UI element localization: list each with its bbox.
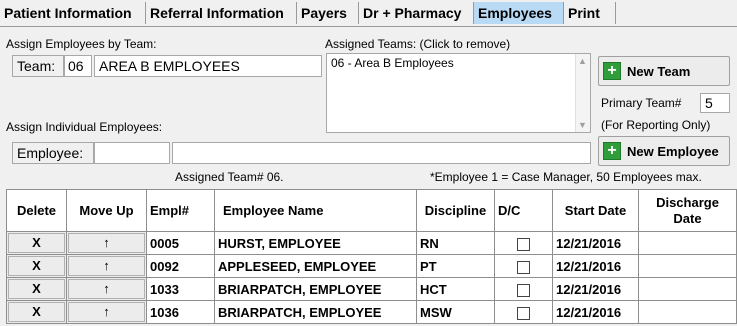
assigned-team-item[interactable]: 06 - Area B Employees <box>327 54 590 72</box>
header-discharge-date: Discharge Date <box>638 189 737 232</box>
employees-table: Delete Move Up Empl# Employee Name Disci… <box>6 189 737 324</box>
arrow-up-icon: ↑ <box>68 302 145 322</box>
employee-label: Employee: <box>12 142 94 164</box>
employee-note: *Employee 1 = Case Manager, 50 Employees… <box>430 170 702 184</box>
team-label: Team: <box>12 55 64 77</box>
assigned-teams-label: Assigned Teams: (Click to remove) <box>325 37 511 51</box>
discharge-date-cell[interactable] <box>638 300 737 324</box>
delete-button[interactable]: X <box>6 231 67 255</box>
new-team-button[interactable]: + New Team <box>598 56 730 86</box>
delete-button[interactable]: X <box>6 300 67 324</box>
scroll-up-icon[interactable]: ▲ <box>578 56 587 66</box>
dc-checkbox[interactable] <box>494 300 553 324</box>
dc-checkbox[interactable] <box>494 254 553 278</box>
header-move-up: Move Up <box>66 189 147 232</box>
start-date-cell: 12/21/2016 <box>552 231 639 255</box>
scroll-down-icon[interactable]: ▼ <box>578 120 587 130</box>
discipline-cell: HCT <box>416 277 495 301</box>
add-icon: + <box>603 62 621 80</box>
discipline-cell: PT <box>416 254 495 278</box>
employee-number-input[interactable] <box>94 142 170 164</box>
header-start-date: Start Date <box>552 189 639 232</box>
tab-bar: Patient Information Referral Information… <box>0 0 737 27</box>
discipline-cell: MSW <box>416 300 495 324</box>
discharge-date-cell[interactable] <box>638 277 737 301</box>
tab-employees[interactable]: Employees <box>474 2 564 24</box>
tab-patient-information[interactable]: Patient Information <box>0 2 146 24</box>
add-icon: + <box>603 142 621 160</box>
arrow-up-icon: ↑ <box>68 279 145 299</box>
arrow-up-icon: ↑ <box>68 256 145 276</box>
discharge-date-cell[interactable] <box>638 254 737 278</box>
header-dc: D/C <box>494 189 553 232</box>
header-delete: Delete <box>6 189 67 232</box>
tab-referral-information[interactable]: Referral Information <box>146 2 297 24</box>
table-row: X ↑ 1033 BRIARPATCH, EMPLOYEE HCT 12/21/… <box>6 277 737 301</box>
assigned-teams-list[interactable]: 06 - Area B Employees ▲ ▼ <box>326 53 591 133</box>
team-number-input[interactable]: 06 <box>64 55 92 77</box>
list-scrollbar[interactable]: ▲ ▼ <box>575 54 590 132</box>
arrow-up-icon: ↑ <box>68 233 145 253</box>
table-row: X ↑ 0005 HURST, EMPLOYEE RN 12/21/2016 <box>6 231 737 255</box>
delete-button[interactable]: X <box>6 254 67 278</box>
employee-name-cell: BRIARPATCH, EMPLOYEE <box>214 277 417 301</box>
move-up-button[interactable]: ↑ <box>66 231 147 255</box>
assign-individual-label: Assign Individual Employees: <box>6 120 163 134</box>
move-up-button[interactable]: ↑ <box>66 300 147 324</box>
empl-num-cell: 0092 <box>146 254 215 278</box>
start-date-cell: 12/21/2016 <box>552 300 639 324</box>
delete-button[interactable]: X <box>6 277 67 301</box>
start-date-cell: 12/21/2016 <box>552 254 639 278</box>
discharge-date-cell[interactable] <box>638 231 737 255</box>
tab-dr-pharmacy[interactable]: Dr + Pharmacy <box>359 2 474 24</box>
new-team-label: New Team <box>627 63 691 79</box>
employee-name-field[interactable] <box>172 142 591 164</box>
dc-checkbox[interactable] <box>494 277 553 301</box>
tab-print[interactable]: Print <box>564 2 616 24</box>
empl-num-cell: 1033 <box>146 277 215 301</box>
employee-name-cell: HURST, EMPLOYEE <box>214 231 417 255</box>
employee-name-cell: BRIARPATCH, EMPLOYEE <box>214 300 417 324</box>
table-header-row: Delete Move Up Empl# Employee Name Disci… <box>6 189 737 232</box>
table-row: X ↑ 1036 BRIARPATCH, EMPLOYEE MSW 12/21/… <box>6 300 737 324</box>
empl-num-cell: 1036 <box>146 300 215 324</box>
team-name-field[interactable]: AREA B EMPLOYEES <box>94 55 322 77</box>
assigned-team-status: Assigned Team# 06. <box>175 170 284 184</box>
employee-name-cell: APPLESEED, EMPLOYEE <box>214 254 417 278</box>
header-discipline: Discipline <box>416 189 495 232</box>
new-employee-label: New Employee <box>627 143 719 159</box>
primary-team-label: Primary Team# <box>601 96 682 110</box>
header-empl-num: Empl# <box>146 189 215 232</box>
dc-checkbox[interactable] <box>494 231 553 255</box>
new-employee-button[interactable]: + New Employee <box>598 136 730 166</box>
primary-team-note: (For Reporting Only) <box>601 118 711 132</box>
header-employee-name: Employee Name <box>214 189 417 232</box>
assign-by-team-label: Assign Employees by Team: <box>6 37 157 51</box>
primary-team-input[interactable]: 5 <box>700 93 730 113</box>
discipline-cell: RN <box>416 231 495 255</box>
start-date-cell: 12/21/2016 <box>552 277 639 301</box>
move-up-button[interactable]: ↑ <box>66 254 147 278</box>
empl-num-cell: 0005 <box>146 231 215 255</box>
table-row: X ↑ 0092 APPLESEED, EMPLOYEE PT 12/21/20… <box>6 254 737 278</box>
tab-payers[interactable]: Payers <box>297 2 359 24</box>
move-up-button[interactable]: ↑ <box>66 277 147 301</box>
